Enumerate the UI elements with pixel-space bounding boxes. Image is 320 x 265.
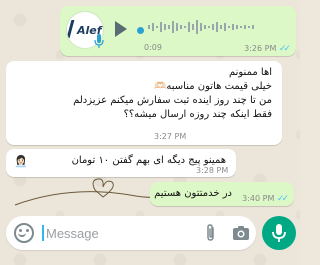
playback-position-handle[interactable] (137, 27, 144, 34)
message-line: فقط اینکه چند روزه ارسال میشه؟؟ (123, 109, 272, 120)
message-body: اها ممنونم خیلی قیمت هاتون مناسبه🫶🏻 من ت… (16, 66, 272, 122)
incoming-message-bubble[interactable]: اها ممنونم خیلی قیمت هاتون مناسبه🫶🏻 من ت… (6, 61, 282, 145)
outgoing-message-bubble[interactable]: در خدمتتون هستیم 3:40 PM ✓✓ (150, 182, 294, 206)
incoming-message-bubble[interactable]: 👩🏻‍💼 همینو پیج دیگه ای بهم گفتن ۱۰ تومان… (6, 149, 236, 177)
mic-button[interactable] (262, 216, 296, 250)
audio-waveform[interactable] (148, 17, 288, 37)
message-time: 3:26 PM ✓✓ (244, 44, 291, 54)
message-line: من تا چند روز اینده ثبت سفارش میکنم عزیز… (73, 95, 272, 106)
camera-icon[interactable] (232, 224, 250, 242)
voice-mic-icon (94, 34, 106, 48)
message-body: همینو پیج دیگه ای بهم گفتن ۱۰ تومان (71, 155, 226, 166)
message-input[interactable] (46, 222, 186, 244)
read-ticks-icon: ✓✓ (276, 194, 289, 204)
voice-duration: 0:09 (144, 43, 162, 52)
message-line: اها ممنونم (228, 67, 272, 78)
read-ticks-icon: ✓✓ (278, 44, 291, 54)
message-time: 3:40 PM ✓✓ (242, 194, 289, 204)
message-body: در خدمتتون هستیم (154, 188, 232, 199)
voice-message-bubble[interactable]: Alef 0:09 3:26 PM ✓✓ (60, 6, 296, 56)
time-label: 3:40 PM (242, 194, 275, 203)
message-input-bar (6, 216, 256, 250)
play-icon[interactable] (115, 21, 127, 37)
mic-icon (272, 224, 286, 242)
paperclip-icon[interactable] (204, 224, 218, 242)
message-line: خیلی قیمت هاتون مناسبه🫶🏻 (153, 81, 272, 92)
text-cursor (42, 225, 44, 241)
woman-emoji: 👩🏻‍💼 (14, 155, 28, 168)
message-time: 3:27 PM (154, 132, 187, 141)
time-label: 3:26 PM (244, 44, 277, 53)
message-time: 3:28 PM (196, 166, 229, 175)
